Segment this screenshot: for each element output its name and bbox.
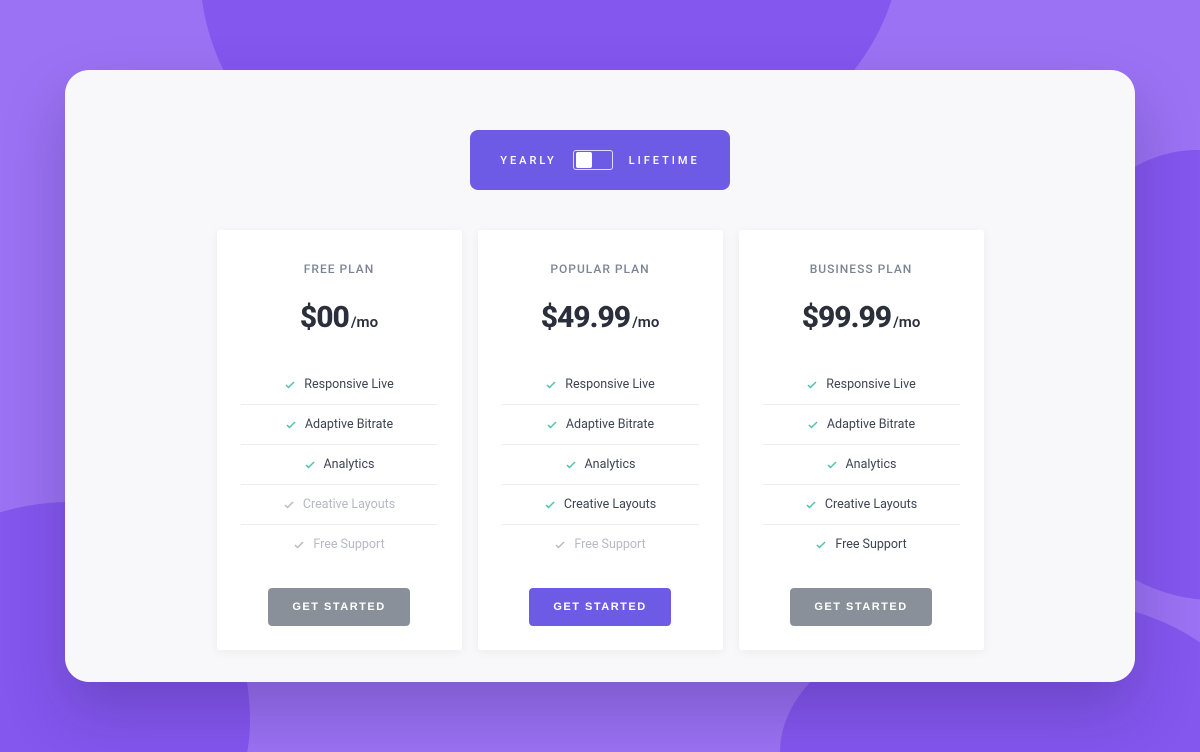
plan-name: POPULAR PLAN <box>550 262 649 276</box>
feature-item: Responsive Live <box>763 365 960 405</box>
check-icon <box>806 379 818 391</box>
check-icon <box>546 419 558 431</box>
check-icon <box>284 379 296 391</box>
toggle-label-lifetime: LIFETIME <box>629 154 700 167</box>
get-started-button[interactable]: GET STARTED <box>268 588 409 626</box>
feature-item: Analytics <box>241 445 438 485</box>
feature-item: Adaptive Bitrate <box>502 405 699 445</box>
period-toggle: YEARLY LIFETIME <box>470 130 730 190</box>
feature-item: Analytics <box>763 445 960 485</box>
feature-item: Responsive Live <box>241 365 438 405</box>
feature-item: Creative Layouts <box>763 485 960 525</box>
toggle-label-yearly: YEARLY <box>500 154 556 167</box>
feature-item: Free Support <box>763 525 960 564</box>
get-started-button[interactable]: GET STARTED <box>529 588 670 626</box>
plan-free: FREE PLAN $00/mo Responsive Live Adaptiv… <box>217 230 462 650</box>
feature-list: Responsive Live Adaptive Bitrate Analyti… <box>502 365 699 564</box>
plan-popular: POPULAR PLAN $49.99/mo Responsive Live A… <box>478 230 723 650</box>
plan-price: $99.99/mo <box>802 300 921 335</box>
feature-list: Responsive Live Adaptive Bitrate Analyti… <box>763 365 960 564</box>
feature-item: Responsive Live <box>502 365 699 405</box>
feature-item: Creative Layouts <box>241 485 438 525</box>
feature-item: Free Support <box>241 525 438 564</box>
feature-item: Free Support <box>502 525 699 564</box>
check-icon <box>304 459 316 471</box>
plan-name: FREE PLAN <box>304 262 374 276</box>
pricing-panel: YEARLY LIFETIME FREE PLAN $00/mo Respons… <box>65 70 1135 682</box>
plan-business: BUSINESS PLAN $99.99/mo Responsive Live … <box>739 230 984 650</box>
check-icon <box>283 499 295 511</box>
feature-item: Creative Layouts <box>502 485 699 525</box>
switch-knob <box>576 152 592 168</box>
feature-list: Responsive Live Adaptive Bitrate Analyti… <box>241 365 438 564</box>
get-started-button[interactable]: GET STARTED <box>790 588 931 626</box>
plans-row: FREE PLAN $00/mo Responsive Live Adaptiv… <box>217 230 984 650</box>
check-icon <box>544 499 556 511</box>
check-icon <box>826 459 838 471</box>
check-icon <box>285 419 297 431</box>
plan-price: $49.99/mo <box>541 300 660 335</box>
plan-name: BUSINESS PLAN <box>810 262 913 276</box>
check-icon <box>545 379 557 391</box>
feature-item: Analytics <box>502 445 699 485</box>
feature-item: Adaptive Bitrate <box>763 405 960 445</box>
plan-price: $00/mo <box>300 300 378 335</box>
check-icon <box>805 499 817 511</box>
check-icon <box>554 539 566 551</box>
check-icon <box>807 419 819 431</box>
billing-switch[interactable] <box>573 150 613 170</box>
check-icon <box>293 539 305 551</box>
check-icon <box>815 539 827 551</box>
check-icon <box>565 459 577 471</box>
feature-item: Adaptive Bitrate <box>241 405 438 445</box>
